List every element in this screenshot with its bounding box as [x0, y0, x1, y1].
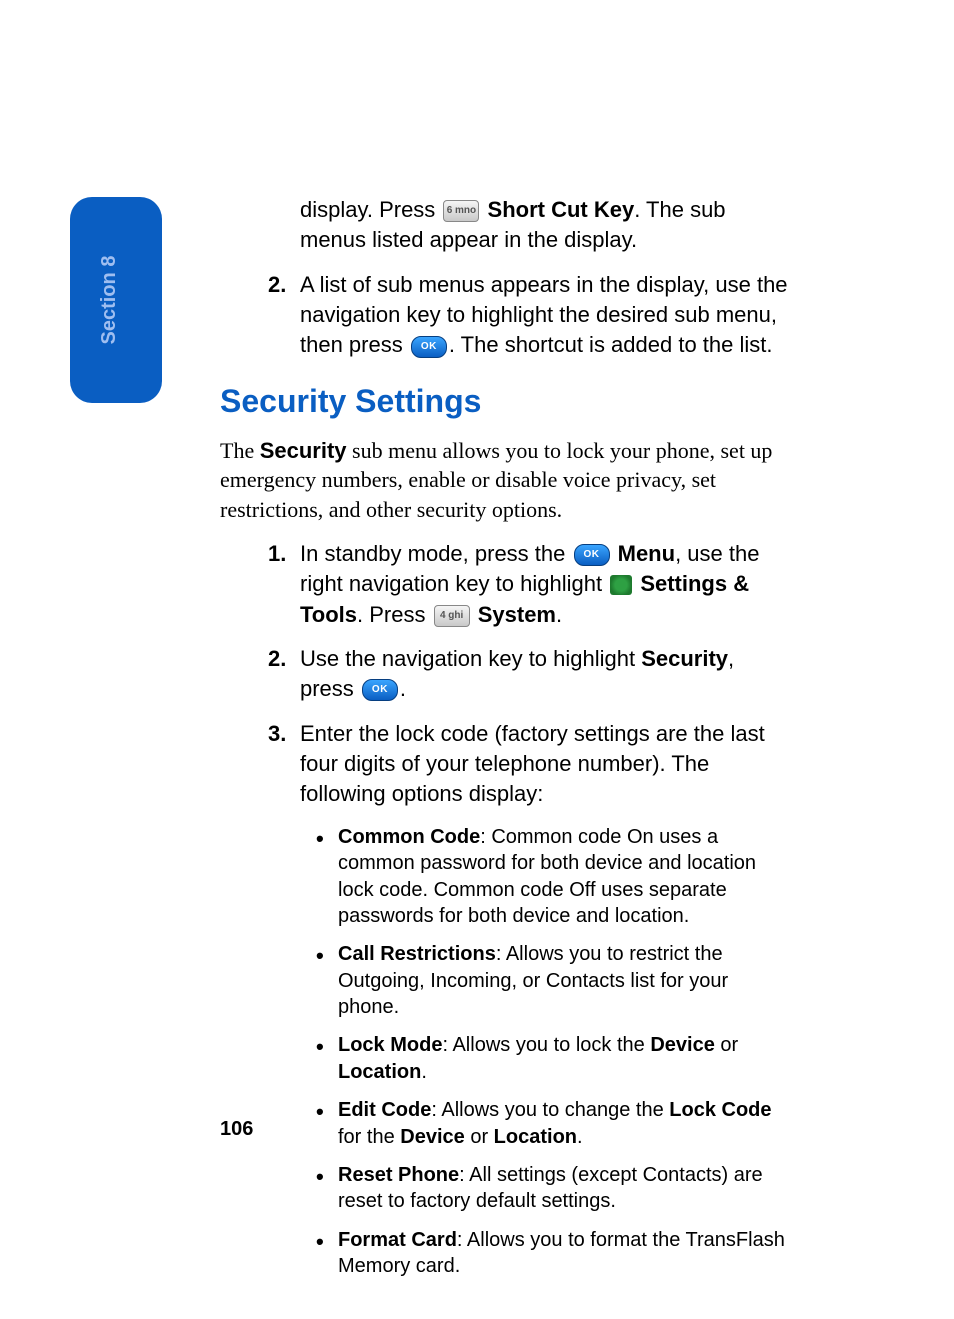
step-display-continuation: display. Press 6 mno Short Cut Key. The … — [220, 195, 790, 256]
text: In standby mode, press the — [300, 541, 572, 566]
option-edit-code: Edit Code: Allows you to change the Lock… — [220, 1097, 790, 1150]
option-lock-mode: Lock Mode: Allows you to lock the Device… — [220, 1032, 790, 1085]
settings-tools-icon — [610, 575, 632, 595]
text: for the — [338, 1126, 400, 1148]
text: Enter the lock code (factory settings ar… — [300, 721, 765, 807]
step-2-top: 2. A list of sub menus appears in the di… — [220, 270, 790, 361]
page-content: display. Press 6 mno Short Cut Key. The … — [220, 195, 790, 1292]
option-common-code: Common Code: Common code On uses a commo… — [220, 824, 790, 930]
option-title: Call Restrictions — [338, 943, 496, 965]
lock-code-bold: Lock Code — [669, 1099, 771, 1121]
security-bold: Security — [260, 438, 347, 463]
device-bold: Device — [650, 1034, 715, 1056]
step-number: 3. — [268, 719, 286, 749]
location-bold: Location — [338, 1061, 421, 1083]
text: display. Press — [300, 197, 441, 222]
security-intro-paragraph: The Security sub menu allows you to lock… — [220, 436, 790, 525]
key-4-icon: 4 ghi — [434, 605, 470, 627]
key-6-icon: 6 mno — [443, 200, 479, 222]
option-title: Common Code — [338, 826, 480, 848]
security-option-list: Common Code: Common code On uses a commo… — [220, 824, 790, 1280]
text: . — [421, 1061, 427, 1083]
text: : Allows you to lock the — [442, 1034, 650, 1056]
security-bold: Security — [641, 646, 728, 671]
page-number: 106 — [220, 1118, 253, 1141]
system-bold: System — [472, 602, 556, 627]
text: . — [400, 676, 406, 701]
shortcut-key-label: Short Cut Key — [481, 197, 634, 222]
option-title: Reset Phone — [338, 1164, 459, 1186]
security-step-3: 3. Enter the lock code (factory settings… — [220, 719, 790, 810]
ok-key-icon: OK — [574, 544, 610, 566]
step-number: 2. — [268, 644, 286, 674]
security-step-2: 2. Use the navigation key to highlight S… — [220, 644, 790, 705]
section-tab-label: Section 8 — [98, 256, 121, 345]
text: . — [556, 602, 562, 627]
security-settings-heading: Security Settings — [220, 383, 790, 420]
ok-key-icon: OK — [362, 679, 398, 701]
text: The — [220, 438, 260, 463]
device-bold: Device — [400, 1126, 465, 1148]
text: or — [715, 1034, 738, 1056]
security-step-1: 1. In standby mode, press the OK Menu, u… — [220, 539, 790, 630]
step-number: 2. — [268, 270, 286, 300]
text: Use the navigation key to highlight — [300, 646, 641, 671]
text: . Press — [357, 602, 432, 627]
text: : Allows you to change the — [431, 1099, 669, 1121]
step-number: 1. — [268, 539, 286, 569]
text: . — [577, 1126, 583, 1148]
section-tab: Section 8 — [70, 197, 162, 403]
option-title: Lock Mode — [338, 1034, 442, 1056]
security-steps: 1. In standby mode, press the OK Menu, u… — [220, 539, 790, 810]
top-steps: display. Press 6 mno Short Cut Key . The … — [220, 195, 790, 361]
text: . The shortcut is added to the list. — [449, 332, 773, 357]
manual-page: Section 8 display. Press 6 mno Short Cut… — [0, 0, 954, 1319]
option-format-card: Format Card: Allows you to format the Tr… — [220, 1227, 790, 1280]
option-title: Edit Code — [338, 1099, 431, 1121]
option-call-restrictions: Call Restrictions: Allows you to restric… — [220, 941, 790, 1020]
option-title: Format Card — [338, 1229, 457, 1251]
location-bold: Location — [494, 1126, 577, 1148]
ok-key-icon: OK — [411, 336, 447, 358]
menu-bold: Menu — [612, 541, 676, 566]
option-reset-phone: Reset Phone: All settings (except Contac… — [220, 1162, 790, 1215]
text: or — [465, 1126, 494, 1148]
